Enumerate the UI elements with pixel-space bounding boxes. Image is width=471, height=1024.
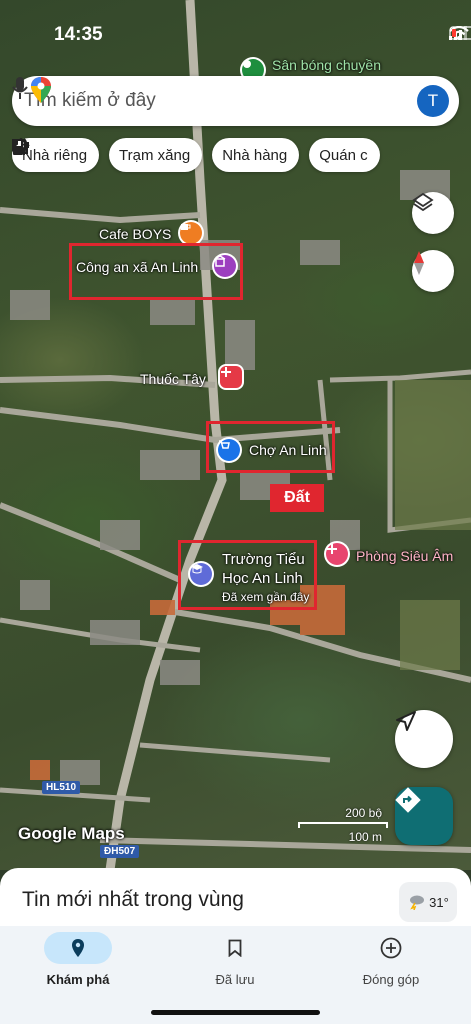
- bookmark-icon: [228, 939, 242, 957]
- category-chips: Nhà riêng Trạm xăng Nhà hàng Quán c: [12, 138, 380, 172]
- temperature-value: 31°: [429, 894, 449, 910]
- status-time: 14:35: [54, 24, 103, 45]
- place-label-truong-2[interactable]: Học An Linh: [222, 570, 303, 587]
- sheet-title: Tin mới nhất trong vùng: [22, 888, 244, 911]
- nav-contribute[interactable]: Đóng góp: [326, 932, 456, 987]
- compass-button[interactable]: [412, 250, 454, 292]
- map-scale: 200 bộ 100 m: [298, 806, 388, 844]
- chip-gas-station[interactable]: Trạm xăng: [13, 138, 203, 172]
- place-label-cafe[interactable]: Cafe BOYS: [99, 226, 171, 242]
- cafe-pin-icon[interactable]: [180, 222, 202, 244]
- home-indicator: [151, 1010, 320, 1015]
- place-label-cho[interactable]: Chợ An Linh: [249, 442, 327, 458]
- search-input[interactable]: Tìm kiếm ở đây: [24, 90, 417, 112]
- navigation-arrow-icon: [396, 711, 416, 731]
- directions-icon: [395, 787, 421, 813]
- nav-explore-label: Khám phá: [46, 972, 110, 987]
- scale-metric: 100 m: [348, 830, 382, 844]
- land-badge: Đất: [270, 484, 324, 512]
- nav-explore[interactable]: Khám phá: [13, 932, 143, 987]
- place-label-san-bong[interactable]: Sân bóng chuyền: [272, 57, 381, 73]
- chip-label: Nhà hàng: [222, 146, 288, 164]
- place-label-sieu-am[interactable]: Phòng Siêu Âm: [356, 548, 453, 564]
- search-bar[interactable]: Tìm kiếm ở đây T: [12, 76, 459, 126]
- layers-button[interactable]: [412, 192, 454, 234]
- road-label-dh507: ĐH507: [100, 845, 140, 858]
- cafe-icon: [12, 139, 29, 152]
- battery-low-icon: [449, 26, 471, 40]
- chip-label: Nhà riêng: [22, 146, 88, 164]
- place-label-truong-1[interactable]: Trường Tiểu: [222, 551, 305, 568]
- nav-saved[interactable]: Đã lưu: [170, 932, 300, 987]
- add-circle-icon: [380, 937, 402, 959]
- pharmacy-pin-icon[interactable]: [220, 366, 242, 388]
- government-pin-icon[interactable]: [214, 255, 236, 277]
- scale-imperial: 200 bộ: [345, 806, 382, 820]
- directions-button[interactable]: [395, 787, 453, 845]
- nav-explore-indicator: [44, 932, 112, 964]
- layers-icon: [412, 192, 434, 212]
- road-label-hl510: HL510: [42, 781, 81, 794]
- google-maps-logo: Google Maps: [18, 824, 125, 843]
- nav-contribute-label: Đóng góp: [362, 972, 420, 987]
- shopping-pin-icon[interactable]: [218, 439, 240, 461]
- chip-label: Trạm xăng: [119, 146, 191, 164]
- place-label-cong-an[interactable]: Công an xã An Linh: [76, 259, 198, 275]
- school-pin-icon[interactable]: [190, 563, 212, 585]
- nav-saved-label: Đã lưu: [215, 972, 255, 987]
- thunderstorm-icon: [410, 895, 425, 910]
- my-location-button[interactable]: [395, 710, 453, 768]
- bottom-sheet[interactable]: Tin mới nhất trong vùng 31°: [0, 868, 471, 932]
- compass-icon: [414, 251, 424, 275]
- weather-chip[interactable]: 31°: [399, 882, 457, 922]
- place-label-thuoc[interactable]: Thuốc Tây: [140, 371, 206, 387]
- account-avatar[interactable]: T: [417, 85, 449, 117]
- nav-saved-indicator: [201, 932, 269, 964]
- satellite-map[interactable]: 14:35 Sân bóng chuyền Tìm kiếm ở đây T N…: [0, 0, 471, 870]
- nav-contribute-indicator: [357, 932, 425, 964]
- explore-pin-icon: [72, 939, 84, 957]
- chip-label: Quán c: [319, 146, 368, 164]
- clinic-pin-icon[interactable]: [326, 543, 348, 565]
- google-maps-pin-logo: [31, 77, 51, 103]
- chip-cafe[interactable]: Quán c: [12, 138, 380, 172]
- microphone-icon[interactable]: [12, 76, 28, 100]
- chip-restaurant[interactable]: Nhà hàng: [12, 138, 300, 172]
- recently-viewed-label: Đã xem gần đây: [222, 590, 310, 604]
